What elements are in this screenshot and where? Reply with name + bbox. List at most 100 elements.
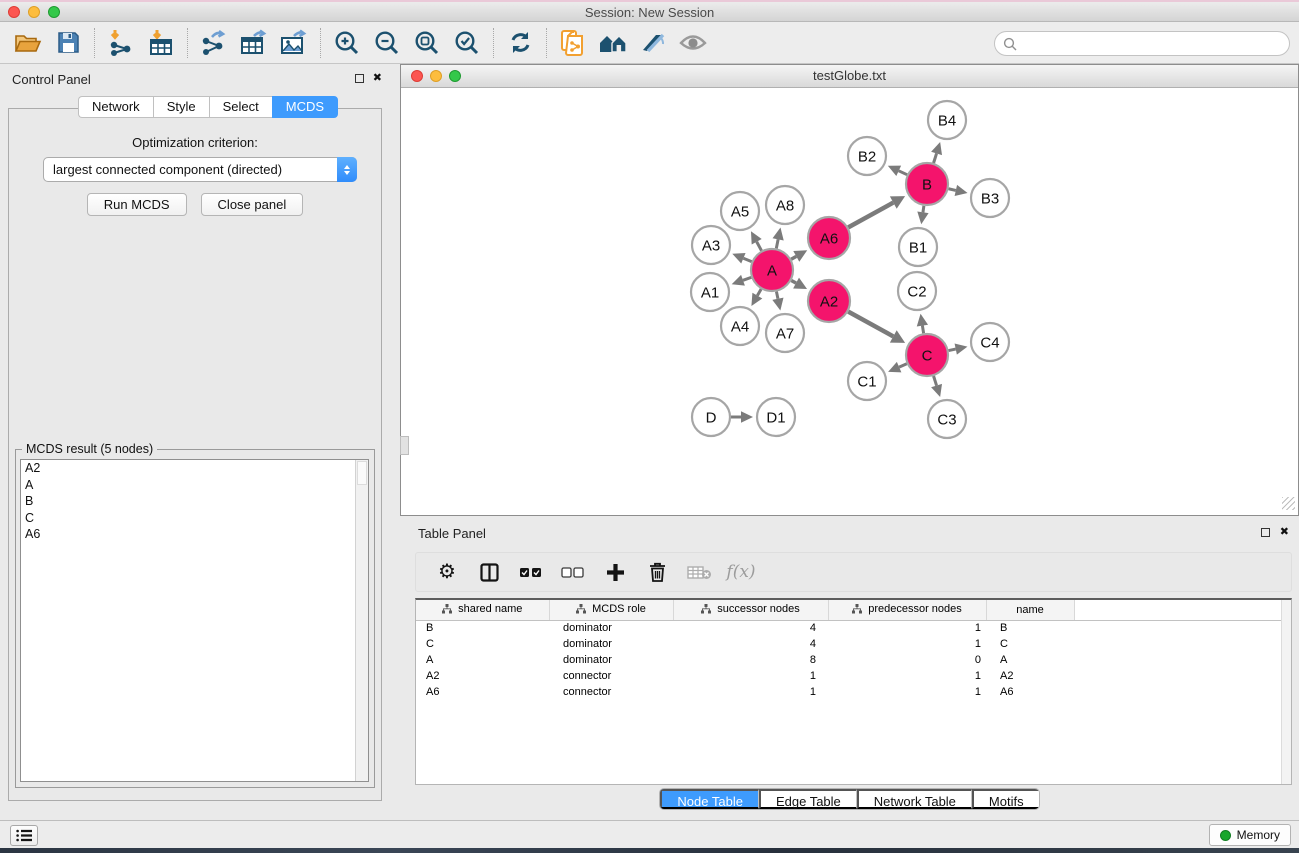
- create-column-button[interactable]: [596, 555, 634, 589]
- column-header-predecessor-nodes[interactable]: predecessor nodes: [828, 600, 986, 620]
- zoom-fit-button[interactable]: [407, 25, 447, 61]
- table-scrollbar[interactable]: [1281, 600, 1291, 784]
- graph-edge[interactable]: [934, 376, 937, 386]
- save-floppy-icon: [57, 31, 80, 54]
- select-all-columns-button[interactable]: [512, 555, 550, 589]
- tab-motifs[interactable]: Motifs: [972, 789, 1039, 809]
- node-table-container: shared name MCDS role successor nodes pr…: [415, 598, 1292, 785]
- new-network-from-selection-button[interactable]: [553, 25, 593, 61]
- graph-edge[interactable]: [899, 364, 907, 367]
- import-table-button[interactable]: [141, 25, 181, 61]
- column-header-successor-nodes[interactable]: successor nodes: [673, 600, 828, 620]
- graph-edge[interactable]: [791, 281, 796, 284]
- open-session-button[interactable]: [8, 25, 48, 61]
- table-options-button[interactable]: ⚙: [428, 555, 466, 589]
- close-panel-button[interactable]: Close panel: [201, 193, 304, 216]
- optimization-criterion-select[interactable]: largest connected component (directed): [43, 157, 357, 182]
- unselect-all-columns-button[interactable]: [554, 555, 592, 589]
- graph-edge[interactable]: [776, 292, 777, 299]
- mcds-result-item[interactable]: B: [21, 493, 368, 510]
- close-panel-icon[interactable]: ✖: [373, 73, 382, 84]
- table-row[interactable]: A2connector11A2: [416, 668, 1282, 684]
- graph-edge-arrowhead: [917, 212, 928, 225]
- table-row[interactable]: Adominator80A: [416, 652, 1282, 668]
- table-panel-title: Table Panel: [418, 526, 486, 541]
- column-header-name[interactable]: name: [986, 600, 1074, 620]
- network-canvas[interactable]: B4B2BB3A8A5A6B1A3AA1C2A2A4A7C4CC1DD1C3: [401, 88, 1298, 513]
- table-row[interactable]: Cdominator41C: [416, 636, 1282, 652]
- graph-edge[interactable]: [757, 289, 761, 296]
- toolbar-separator: [493, 28, 494, 58]
- save-session-button[interactable]: [48, 25, 88, 61]
- resize-grip[interactable]: [1282, 497, 1295, 510]
- graph-edge[interactable]: [848, 312, 893, 337]
- graph-edge[interactable]: [757, 242, 762, 251]
- show-task-history-button[interactable]: [10, 825, 38, 846]
- delete-table-icon: [687, 565, 712, 580]
- first-neighbors-button[interactable]: [593, 25, 633, 61]
- show-columns-button[interactable]: [470, 555, 508, 589]
- tab-edge-table[interactable]: Edge Table: [759, 789, 857, 809]
- close-table-panel-icon[interactable]: ✖: [1280, 527, 1289, 538]
- column-header-shared-name[interactable]: shared name: [416, 600, 549, 620]
- mcds-result-title: MCDS result (5 nodes): [22, 442, 157, 456]
- float-table-panel-icon[interactable]: [1261, 528, 1270, 537]
- mcds-result-item[interactable]: A2: [21, 460, 368, 477]
- zoom-selected-icon: [454, 30, 480, 56]
- graph-node-label: D: [706, 410, 717, 427]
- unchecked-boxes-icon: [561, 567, 585, 578]
- function-builder-button[interactable]: f(x): [722, 555, 760, 589]
- network-graph: B4B2BB3A8A5A6B1A3AA1C2A2A4A7C4CC1DD1C3: [402, 88, 1297, 512]
- tab-select[interactable]: Select: [209, 96, 272, 118]
- graph-edge[interactable]: [848, 203, 893, 228]
- graph-edge[interactable]: [923, 206, 924, 213]
- search-input[interactable]: [1017, 34, 1289, 54]
- refresh-button[interactable]: [500, 25, 540, 61]
- documents-share-icon: [560, 29, 586, 57]
- float-panel-icon[interactable]: [355, 74, 364, 83]
- graph-edge[interactable]: [948, 189, 955, 191]
- zoom-out-button[interactable]: [367, 25, 407, 61]
- zoom-selected-button[interactable]: [447, 25, 487, 61]
- graph-edge[interactable]: [743, 258, 751, 261]
- birdseye-handle[interactable]: [400, 436, 409, 455]
- search-field[interactable]: [994, 31, 1290, 56]
- tab-network[interactable]: Network: [78, 96, 153, 118]
- graph-node-label: C3: [937, 412, 956, 429]
- open-folder-icon: [14, 32, 42, 54]
- run-mcds-button[interactable]: Run MCDS: [87, 193, 187, 216]
- export-image-button[interactable]: [274, 25, 314, 61]
- export-network-button[interactable]: [194, 25, 234, 61]
- column-header-mcds-role[interactable]: MCDS role: [549, 600, 673, 620]
- graph-edge[interactable]: [791, 256, 796, 259]
- tab-network-table[interactable]: Network Table: [857, 789, 972, 809]
- table-row[interactable]: Bdominator41B: [416, 620, 1282, 636]
- scrollbar[interactable]: [355, 460, 368, 781]
- graph-edge[interactable]: [934, 153, 937, 163]
- delete-table-button[interactable]: [680, 555, 718, 589]
- plus-icon: [606, 563, 625, 582]
- table-row[interactable]: A6connector11A6: [416, 684, 1282, 700]
- graph-edge[interactable]: [743, 277, 751, 280]
- graph-edge[interactable]: [949, 349, 956, 350]
- mcds-result-list[interactable]: A2ABCA6: [20, 459, 369, 782]
- show-graphics-details-button[interactable]: [673, 25, 713, 61]
- mcds-result-item[interactable]: A6: [21, 526, 368, 543]
- mcds-result-item[interactable]: C: [21, 510, 368, 527]
- graph-edge[interactable]: [922, 326, 923, 334]
- zoom-in-button[interactable]: [327, 25, 367, 61]
- tab-style[interactable]: Style: [153, 96, 209, 118]
- mcds-result-item[interactable]: A: [21, 477, 368, 494]
- tab-mcds[interactable]: MCDS: [272, 96, 338, 118]
- export-table-button[interactable]: [234, 25, 274, 61]
- graph-edge-arrowhead: [741, 411, 753, 422]
- control-panel: Control Panel ✖ Optimization criterion: …: [0, 64, 390, 820]
- import-network-button[interactable]: [101, 25, 141, 61]
- hide-annotations-button[interactable]: [633, 25, 673, 61]
- graph-edge[interactable]: [899, 171, 907, 175]
- delete-columns-button[interactable]: [638, 555, 676, 589]
- memory-button[interactable]: Memory: [1209, 824, 1291, 846]
- graph-node-label: C4: [980, 335, 999, 352]
- graph-edge[interactable]: [776, 239, 778, 248]
- tab-node-table[interactable]: Node Table: [660, 789, 759, 809]
